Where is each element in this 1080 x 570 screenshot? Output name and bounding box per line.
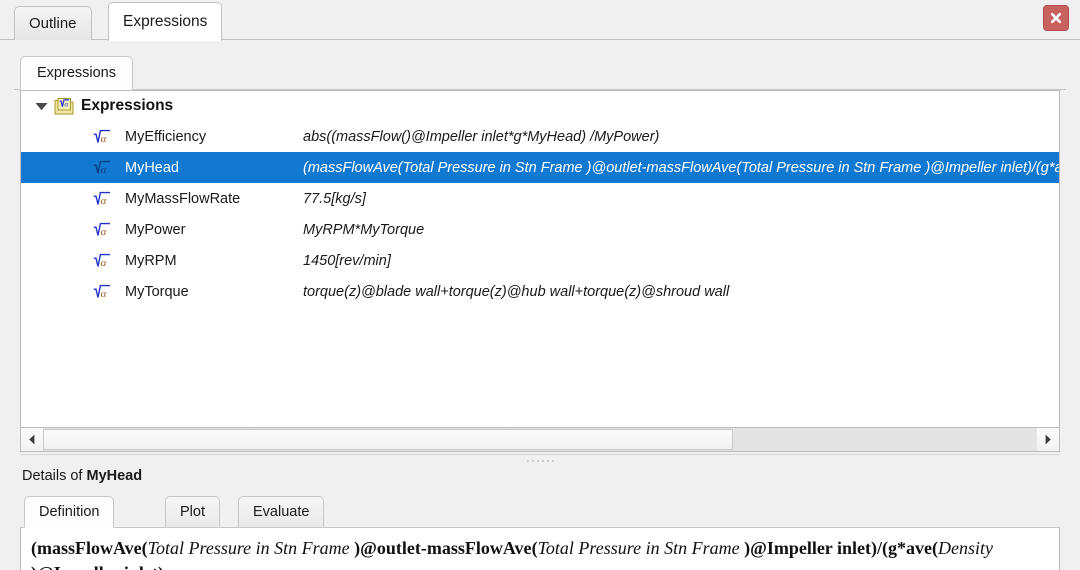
expression-definition: MyRPM*MyTorque <box>303 221 425 238</box>
table-row[interactable]: α MyPower MyRPM*MyTorque <box>21 214 1059 245</box>
close-icon <box>1050 12 1062 24</box>
expression-name: MyEfficiency <box>125 128 207 145</box>
tab-expressions-inner[interactable]: Expressions <box>20 56 133 90</box>
svg-text:α: α <box>101 288 107 300</box>
outer-tab-strip: Outline Expressions <box>0 0 1080 41</box>
expression-definition: abs((massFlow()@Impeller inlet*g*MyHead)… <box>303 128 660 145</box>
arrow-right-icon <box>1045 434 1051 445</box>
table-row[interactable]: α MyHead (massFlowAve(Total Pressure in … <box>21 152 1059 183</box>
details-title-prefix: Details of <box>22 468 87 484</box>
expression-icon: α <box>91 253 113 269</box>
expression-icon: α <box>91 284 113 300</box>
expander-toggle[interactable] <box>29 102 53 111</box>
definition-segment: Total Pressure in Stn Frame <box>147 538 355 558</box>
expressions-folder-icon: α <box>53 97 75 116</box>
expression-name: MyTorque <box>125 283 189 300</box>
expression-name: MyMassFlowRate <box>125 190 241 207</box>
definition-segment: Density <box>937 538 993 558</box>
table-row[interactable]: α MyMassFlowRate 77.5[kg/s] <box>21 183 1059 214</box>
svg-text:α: α <box>101 195 107 207</box>
definition-segment: @outlet-massFlowAve <box>360 538 532 558</box>
arrow-left-icon <box>29 434 35 445</box>
tab-expressions-inner-label: Expressions <box>37 65 116 81</box>
horizontal-scrollbar[interactable] <box>20 428 1060 452</box>
definition-segment: (massFlowAve <box>31 538 142 558</box>
expression-icon: α <box>91 160 113 176</box>
details-title-subject: MyHead <box>86 468 143 484</box>
tab-plot-label: Plot <box>180 504 205 520</box>
expression-definition: 77.5[kg/s] <box>303 190 366 207</box>
definition-segment: Total Pressure in Stn Frame <box>537 538 745 558</box>
definition-text: (massFlowAve(Total Pressure in Stn Frame… <box>31 536 1049 570</box>
expression-icon: α <box>91 191 113 207</box>
tab-evaluate[interactable]: Evaluate <box>238 496 325 528</box>
expression-name: MyPower <box>125 221 186 238</box>
tab-outline[interactable]: Outline <box>14 6 92 40</box>
tab-evaluate-label: Evaluate <box>253 504 310 520</box>
tab-definition[interactable]: Definition <box>24 496 115 528</box>
expression-name: MyRPM <box>125 252 177 269</box>
expressions-panel: Outline Expressions Expressions α Expres… <box>0 0 1080 570</box>
table-row[interactable]: α MyRPM 1450[rev/min] <box>21 245 1059 276</box>
definition-editor[interactable]: (massFlowAve(Total Pressure in Stn Frame… <box>20 528 1060 570</box>
tab-outline-label: Outline <box>29 15 77 32</box>
expression-definition: torque(z)@blade wall+torque(z)@hub wall+… <box>303 283 730 300</box>
definition-segment: @Impeller inlet <box>750 538 871 558</box>
splitter-line <box>20 454 1060 455</box>
tab-expressions[interactable]: Expressions <box>108 2 223 41</box>
scrollbar-thumb[interactable] <box>43 429 733 450</box>
panel-splitter[interactable] <box>14 454 1066 466</box>
svg-text:α: α <box>101 257 107 269</box>
expression-icon: α <box>91 222 113 238</box>
close-button[interactable] <box>1043 5 1069 31</box>
details-tab-strip: Definition Plot Evaluate <box>20 496 1060 528</box>
expression-definition: 1450[rev/min] <box>303 252 391 269</box>
definition-segment: )/( <box>870 538 888 558</box>
triangle-down-icon <box>35 102 47 110</box>
scrollbar-track[interactable] <box>43 428 1037 451</box>
tab-plot[interactable]: Plot <box>165 496 220 528</box>
table-row[interactable]: α MyEfficiency abs((massFlow()@Impeller … <box>21 121 1059 152</box>
svg-text:α: α <box>101 226 107 238</box>
scroll-right-button[interactable] <box>1037 428 1059 451</box>
expression-icon: α <box>91 129 113 145</box>
definition-segment: @Impeller inlet) <box>37 563 164 570</box>
scroll-left-button[interactable] <box>21 428 43 451</box>
svg-text:α: α <box>101 133 107 145</box>
table-row[interactable]: α MyTorque torque(z)@blade wall+torque(z… <box>21 276 1059 307</box>
tree-root-label: Expressions <box>81 97 174 114</box>
expressions-tree[interactable]: α Expressions α MyEfficiency abs((massFl… <box>20 90 1060 428</box>
tree-root-row[interactable]: α Expressions <box>21 91 1059 121</box>
tab-expressions-label: Expressions <box>123 13 208 30</box>
inner-tab-strip: Expressions <box>14 56 1066 90</box>
expression-definition: (massFlowAve(Total Pressure in Stn Frame… <box>303 159 1059 176</box>
expression-name: MyHead <box>125 159 179 176</box>
details-title: Details of MyHead <box>22 468 142 484</box>
svg-text:α: α <box>101 164 107 176</box>
splitter-grip-icon <box>526 460 554 462</box>
definition-segment: g*ave <box>887 538 932 558</box>
expressions-inner-panel: Expressions α Expressions α MyEfficiency… <box>14 40 1066 570</box>
tab-definition-label: Definition <box>39 504 100 520</box>
